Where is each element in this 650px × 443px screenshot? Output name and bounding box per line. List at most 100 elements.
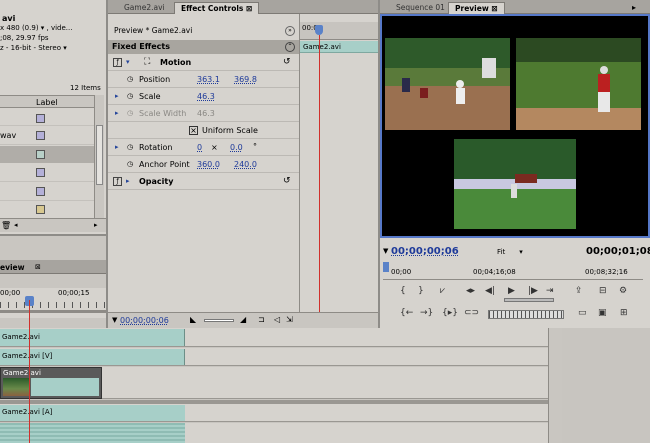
stopwatch-icon[interactable]: ◷ [127, 75, 133, 83]
clip-video-thumb[interactable]: Game2.avi [0, 367, 102, 399]
monitor-ruler[interactable]: 00;00 00;04;16;08 00;08;32;16 [383, 262, 643, 280]
stopwatch-icon[interactable]: ◷ [127, 160, 133, 168]
expand-arrow-icon[interactable]: ▸ [115, 109, 119, 117]
motion-icon[interactable]: ⛶ [144, 57, 150, 67]
scroll-thumb[interactable] [96, 125, 103, 185]
go-to-in-icon[interactable]: {← [400, 308, 413, 318]
lift-icon[interactable]: ⇪ [575, 286, 583, 296]
safe-margins-icon[interactable]: ▣ [598, 308, 607, 318]
expand-arrow-icon[interactable]: ▸ [115, 143, 119, 151]
scroll-left-icon[interactable]: ◂ [14, 221, 18, 229]
list-row[interactable] [0, 164, 94, 182]
mark-out-icon[interactable]: } [418, 286, 424, 296]
fx-toggle-icon[interactable]: ƒ [113, 177, 122, 186]
project-scrollbar[interactable] [94, 95, 104, 218]
panel-menu-icon[interactable]: ▸ [632, 3, 636, 12]
ec-timecode[interactable]: 00;00;00;06 [120, 316, 169, 325]
project-file-info[interactable]: x 480 (0.9) ▾ , vide... [0, 24, 72, 32]
work-area-bar[interactable] [0, 310, 106, 313]
current-timecode[interactable]: 00;00;00;06 [391, 246, 459, 257]
jog-slider[interactable] [488, 310, 564, 319]
play-icon[interactable]: ▶ [508, 286, 515, 296]
step-back-icon[interactable]: ◀| [485, 286, 495, 296]
tab-preview-timeline[interactable]: eview [0, 263, 25, 272]
mark-in-icon[interactable]: { [400, 286, 406, 296]
filter-icon[interactable]: ▼ [112, 316, 117, 324]
rotation-revolutions[interactable]: 0 [197, 143, 202, 152]
playhead-marker-icon[interactable] [383, 262, 389, 272]
go-to-out-icon[interactable]: →} [420, 308, 433, 318]
tab-preview[interactable]: Preview ⊠ [448, 2, 505, 14]
export-icon[interactable]: ⇲ [286, 315, 293, 324]
go-next-marker-icon[interactable]: ⇥ [546, 286, 554, 296]
expand-arrow-icon[interactable]: ▸ [115, 92, 119, 100]
stopwatch-icon[interactable]: ◷ [127, 92, 133, 100]
list-row[interactable] [0, 202, 94, 218]
loop-icon[interactable]: ⊂⊃ [464, 308, 479, 318]
anchor-y-value[interactable]: 240.0 [234, 160, 257, 169]
list-row[interactable]: wav [0, 127, 94, 145]
anchor-x-value[interactable]: 360.0 [197, 160, 220, 169]
set-marker-icon[interactable]: ⩗ [440, 286, 445, 296]
timeline-v-scrollbar[interactable] [548, 328, 562, 443]
nav-forward-icon[interactable]: » [285, 26, 295, 36]
loop-icon[interactable]: ⊐ [258, 315, 265, 324]
tab-sequence-01[interactable]: Sequence 01 [390, 2, 451, 14]
position-y-value[interactable]: 369.8 [234, 75, 257, 84]
reset-icon[interactable]: ↺ [283, 176, 291, 186]
playhead-marker-icon[interactable] [315, 25, 323, 35]
trim-icon[interactable]: ▭ [578, 308, 587, 318]
filter-icon[interactable]: ▼ [383, 247, 388, 255]
motion-row[interactable]: ƒ ▾ ⛶ Motion ↺ [108, 55, 299, 71]
audio-waveform[interactable] [0, 423, 185, 443]
close-icon[interactable]: ⊠ [491, 4, 497, 13]
pip-top-right [516, 38, 641, 130]
stopwatch-icon[interactable]: ◷ [127, 143, 133, 151]
reset-icon[interactable]: ↺ [283, 57, 291, 67]
zoom-slider[interactable] [204, 319, 234, 322]
position-x-value[interactable]: 363.1 [197, 75, 220, 84]
timeline-panel: eview ⊠ 00;00 00;00;15 [0, 236, 106, 328]
project-panel: avi x 480 (0.9) ▾ , vide... ;08, 29.97 f… [0, 0, 106, 234]
ec-clip-bar[interactable]: Game2.avi [300, 41, 378, 53]
video-frame[interactable] [380, 14, 650, 238]
clip-video-v[interactable]: Game2.avi [V] [0, 349, 185, 365]
output-icon[interactable]: ⚙ [619, 286, 627, 296]
step-back-marker-icon[interactable]: ◂▸ [466, 286, 475, 296]
label-column-header[interactable]: Label [36, 98, 58, 107]
ec-ruler[interactable]: 00:00 [300, 22, 378, 40]
zoom-in-icon[interactable]: ◢ [240, 315, 246, 324]
rotation-degrees[interactable]: 0.0 [230, 143, 243, 152]
zoom-out-icon[interactable]: ◣ [190, 315, 196, 324]
play-in-to-out-icon[interactable]: {▸} [442, 308, 458, 318]
uniform-scale-checkbox[interactable]: × [189, 126, 198, 135]
expand-arrow-icon[interactable]: ▸ [126, 177, 130, 185]
transport-controls: { } ⩗ ◂▸ ◀| ▶ |▶ ⇥ ⇪ ⊟ ⚙ {← →} {▸} ⊂⊃ ▭ … [400, 286, 645, 326]
trash-icon[interactable]: 🗑 [1, 221, 11, 230]
expand-arrow-icon[interactable]: ▾ [126, 58, 130, 66]
tab-effect-controls[interactable]: Effect Controls ⊠ [174, 2, 260, 14]
uniform-scale-label: Uniform Scale [202, 126, 258, 135]
shuttle-slider[interactable] [504, 298, 554, 302]
extract-icon[interactable]: ⊟ [599, 286, 607, 296]
opacity-row[interactable]: ƒ ▸ Opacity ↺ [108, 174, 299, 190]
list-row[interactable] [0, 183, 94, 201]
fit-dropdown[interactable]: Fit ▾ [497, 248, 523, 256]
list-row-selected[interactable] [0, 146, 94, 163]
timeline-ruler[interactable]: 00;00 00;00;15 [0, 288, 106, 318]
export-frame-icon[interactable]: ⊞ [620, 308, 628, 318]
step-forward-icon[interactable]: |▶ [528, 286, 538, 296]
scale-value[interactable]: 46.3 [197, 92, 215, 101]
project-file-audio[interactable]: z - 16-bit - Stereo ▾ [0, 44, 67, 52]
list-row[interactable] [0, 110, 94, 126]
collapse-icon[interactable]: ⌃ [285, 42, 295, 52]
clip-video[interactable]: Game2.avi [0, 329, 185, 346]
close-icon[interactable]: ⊠ [35, 263, 41, 271]
monitor-tabs: Sequence 01 Preview ⊠ ▸ [380, 0, 650, 14]
tab-game2[interactable]: Game2.avi [118, 2, 171, 14]
scroll-right-icon[interactable]: ▸ [94, 221, 98, 229]
clip-audio[interactable]: Game2.avi [A] [0, 405, 185, 421]
fx-toggle-icon[interactable]: ƒ [113, 58, 122, 67]
play-audio-icon[interactable]: ◁ [274, 315, 280, 324]
close-icon[interactable]: ⊠ [246, 4, 252, 13]
